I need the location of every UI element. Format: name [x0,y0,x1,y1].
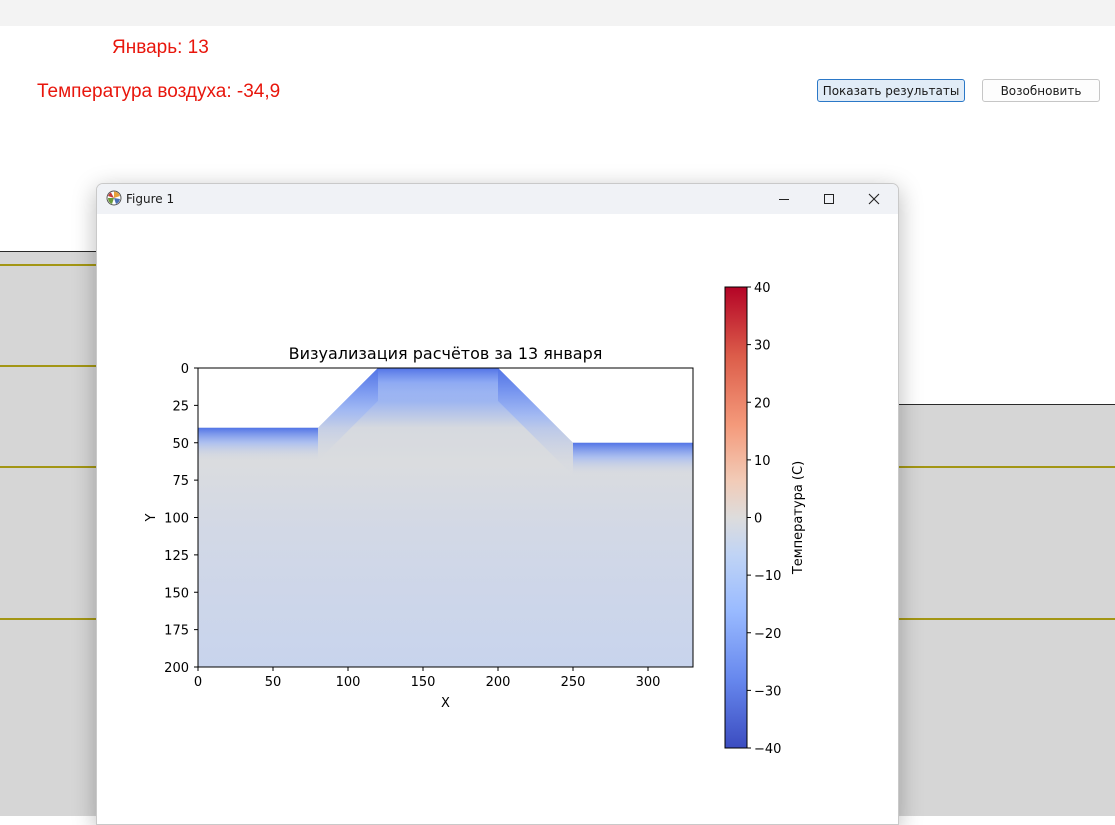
x-tick-label: 0 [194,675,202,690]
colorbar-tick-label: −10 [754,569,781,584]
y-tick-label: 50 [172,437,189,452]
y-tick-label: 175 [164,624,189,639]
background-line [0,618,100,620]
background-line [0,466,100,468]
y-tick-label: 150 [164,586,189,601]
y-tick-label: 100 [164,512,189,527]
y-tick-label: 0 [181,362,189,377]
background-line [0,264,100,266]
colorbar-tick-label: −40 [754,742,781,757]
minimize-icon [779,199,789,200]
heatmap-chart: Визуализация расчётов за 13 января0 50 100… [144,281,806,757]
resume-button[interactable]: Возобновить [982,79,1100,102]
x-tick-label: 100 [336,675,361,690]
colorbar-tick-label: −30 [754,684,781,699]
figure-titlebar[interactable]: Figure 1 [97,184,898,214]
y-tick-label: 25 [172,399,189,414]
temperature-field [198,368,693,667]
date-label: Январь: 13 [112,37,209,58]
surface-cold-layer [573,442,693,476]
close-icon [868,193,880,205]
x-tick-label: 300 [636,675,661,690]
x-tick-label: 50 [265,675,282,690]
close-button[interactable] [851,184,897,214]
background-line [0,365,100,367]
background-panel-left [0,251,100,816]
surface-cold-layer [378,368,498,401]
matplotlib-app-icon [106,190,122,210]
colorbar-tick-label: −20 [754,627,781,642]
colorbar-tick-label: 0 [754,512,762,527]
maximize-button[interactable] [806,184,852,214]
x-tick-label: 250 [561,675,586,690]
top-strip [0,0,1115,26]
show-results-button[interactable]: Показать результаты [817,79,965,102]
air-temperature-label: Температура воздуха: -34,9 [37,81,281,102]
y-tick-label: 200 [164,661,189,676]
figure-title: Figure 1 [126,192,175,206]
maximize-icon [824,194,834,204]
background-line [890,466,1115,468]
y-tick-label: 75 [172,474,189,489]
x-tick-label: 200 [486,675,511,690]
y-axis-label: Y [144,513,159,522]
colorbar-label: Температура (С) [791,461,806,575]
colorbar [724,286,748,749]
figure-window: Figure 1 Визуализация расчётов за 13 янв… [96,183,899,825]
y-tick-label: 125 [164,549,189,564]
x-axis-label: X [441,696,450,711]
x-tick-label: 150 [411,675,436,690]
colorbar-tick-label: 30 [754,339,771,354]
background-line [890,618,1115,620]
colorbar-tick-label: 20 [754,396,771,411]
colorbar-tick-label: 10 [754,454,771,469]
chart-title: Визуализация расчётов за 13 января [289,344,603,363]
minimize-button[interactable] [761,184,807,214]
colorbar-tick-label: 40 [754,281,771,296]
surface-cold-layer [198,427,318,461]
